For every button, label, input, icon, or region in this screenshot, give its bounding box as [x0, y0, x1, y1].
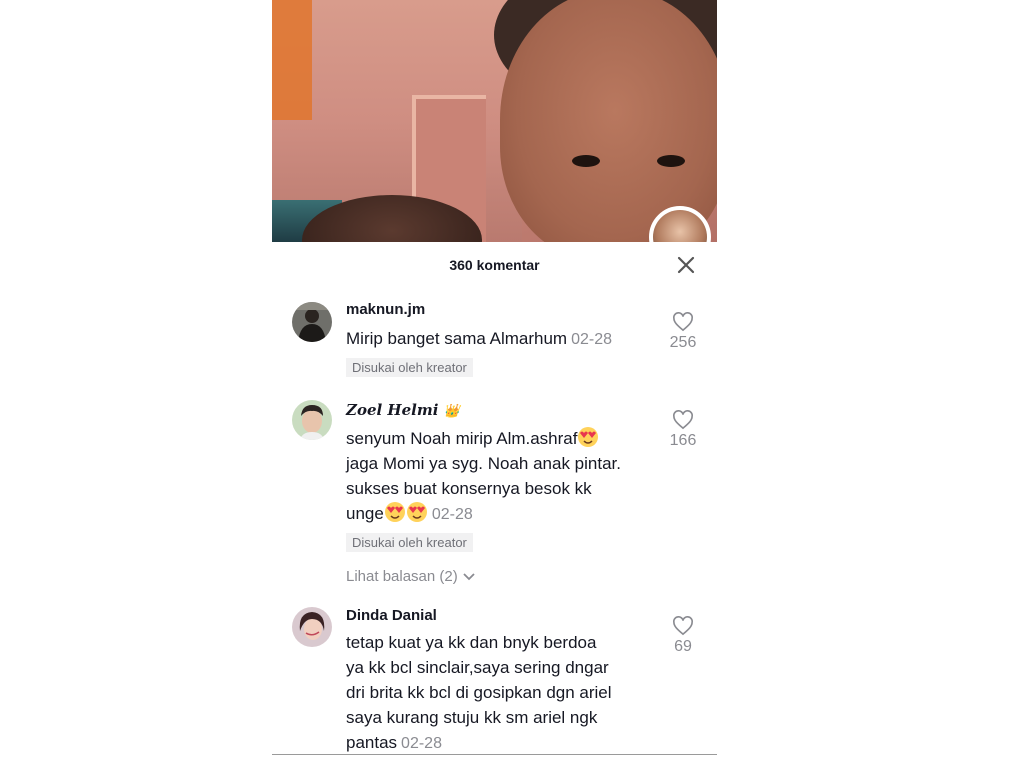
comment-text-line: sukses buat konsernya besok kk — [346, 479, 592, 498]
comment-text-line: tetap kuat ya kk dan bnyk berdoa — [346, 633, 597, 652]
heart-eyes-emoji-icon — [406, 502, 427, 522]
view-replies-button[interactable]: Lihat balasan (2) — [346, 568, 662, 585]
comment-text-line: jaga Momi ya syg. Noah anak pintar. — [346, 454, 621, 473]
comment-username[interactable]: maknun.jm — [346, 300, 662, 320]
avatar[interactable] — [292, 607, 332, 647]
video-decor — [272, 0, 312, 120]
crown-emoji: 👑 — [443, 404, 460, 419]
heart-icon — [673, 410, 693, 430]
comments-count-title: 360 komentar — [449, 257, 540, 273]
avatar[interactable] — [292, 400, 332, 440]
divider — [272, 754, 717, 755]
comment-text-line: saya kurang stuju kk sm ariel ngk — [346, 708, 598, 727]
comment-date: 02-28 — [431, 506, 473, 523]
avatar[interactable] — [292, 302, 332, 342]
heart-icon — [673, 312, 693, 332]
comment-text: senyum Noah mirip Alm.ashraf jaga Momi y… — [346, 426, 662, 527]
like-button[interactable]: 166 — [663, 410, 703, 450]
comment-text-line: dri brita kk bcl di gosipkan dgn ariel — [346, 683, 612, 702]
video-player[interactable] — [272, 0, 717, 242]
comment-date: 02-28 — [401, 735, 442, 752]
chevron-down-icon — [463, 572, 475, 580]
like-button[interactable]: 69 — [663, 616, 703, 656]
liked-by-creator-badge: Disukai oleh kreator — [346, 533, 473, 552]
comment-text: Mirip banget sama Almarhum 02-28 — [346, 326, 662, 352]
like-count: 166 — [669, 432, 697, 449]
comment-text-line: ya kk bcl sinclair,saya sering dngar — [346, 658, 609, 677]
comment-date: 02-28 — [571, 331, 613, 348]
heart-eyes-emoji-icon — [578, 427, 599, 447]
comment-body: maknun.jm Mirip banget sama Almarhum 02-2… — [346, 300, 662, 377]
comment-body: 𝒁𝒐𝒆𝒍 𝑯𝒆𝒍𝒎𝒊 👑 senyum Noah mirip Alm.ashra… — [346, 400, 662, 585]
comment-username-text: 𝒁𝒐𝒆𝒍 𝑯𝒆𝒍𝒎𝒊 — [346, 401, 439, 419]
close-icon[interactable] — [675, 254, 697, 276]
comment-username[interactable]: 𝒁𝒐𝒆𝒍 𝑯𝒆𝒍𝒎𝒊 👑 — [346, 400, 662, 420]
liked-by-creator-badge: Disukai oleh kreator — [346, 358, 473, 377]
comment-text-line: pantas — [346, 733, 398, 752]
like-count: 256 — [669, 334, 697, 351]
comment-text-content: Mirip banget sama Almarhum — [346, 329, 568, 348]
comment-text: tetap kuat ya kk dan bnyk berdoa ya kk b… — [346, 630, 662, 756]
video-person-eye — [657, 155, 685, 167]
comment-body: Dinda Danial tetap kuat ya kk dan bnyk b… — [346, 606, 662, 756]
comment-text-line: senyum Noah mirip Alm.ashraf — [346, 429, 578, 448]
comments-header: 360 komentar — [272, 242, 717, 288]
like-count: 69 — [674, 638, 692, 655]
video-person-eye — [572, 155, 600, 167]
like-button[interactable]: 256 — [663, 312, 703, 352]
phone-screen: 360 komentar maknun.jm Mirip banget sama… — [272, 0, 717, 768]
heart-icon — [673, 616, 693, 636]
comment-text-line: unge — [346, 504, 384, 523]
comment-username[interactable]: Dinda Danial — [346, 606, 662, 626]
heart-eyes-emoji-icon — [384, 502, 405, 522]
view-replies-label: Lihat balasan (2) — [346, 568, 458, 585]
